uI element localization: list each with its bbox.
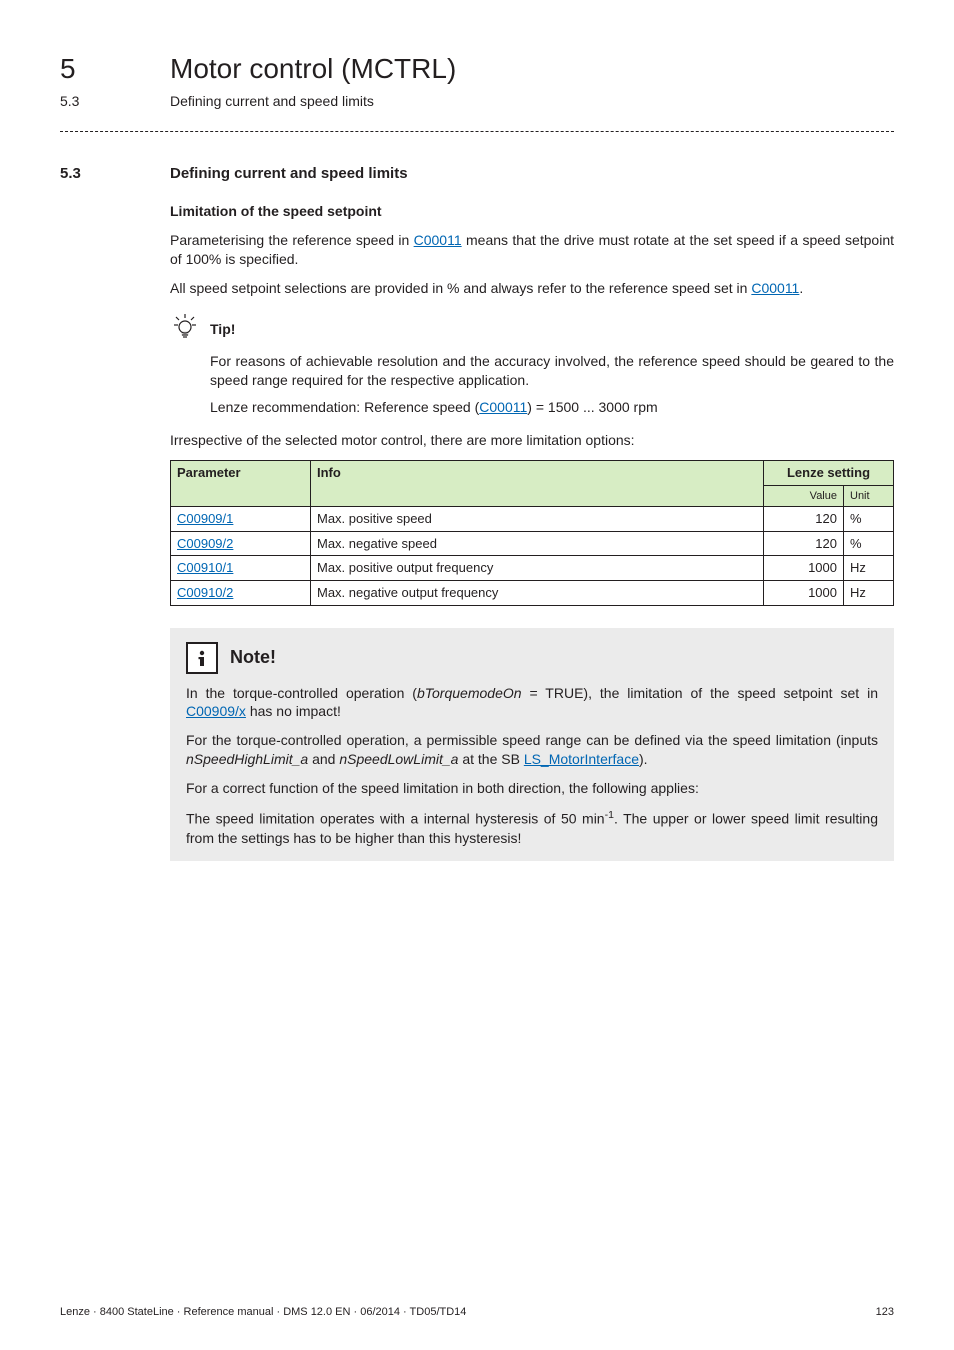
text: Lenze recommendation: Reference speed (: [210, 399, 479, 415]
parameter-table: Parameter Info Lenze setting Value Unit …: [170, 460, 894, 606]
table-row: C00910/2 Max. negative output frequency …: [171, 580, 894, 605]
footer-page-number: 123: [876, 1305, 894, 1320]
section-number: 5.3: [60, 164, 170, 184]
text: has no impact!: [246, 703, 341, 719]
note-block: Note! In the torque-controlled operation…: [170, 628, 894, 862]
paragraph-1: Parameterising the reference speed in C0…: [170, 231, 894, 269]
limitation-heading: Limitation of the speed setpoint: [170, 202, 894, 221]
text: All speed setpoint selections are provid…: [170, 280, 751, 296]
text: .: [799, 280, 803, 296]
text: The speed limitation operates with a int…: [186, 811, 605, 827]
col-lenze-setting: Lenze setting: [764, 460, 894, 485]
text: = TRUE), the limitation of the speed set…: [522, 685, 878, 701]
cell-value: 120: [764, 531, 844, 556]
cell-info: Max. positive output frequency: [311, 556, 764, 581]
note-body: In the torque-controlled operation (bTor…: [186, 684, 878, 848]
section-header: 5.3 Defining current and speed limits: [60, 164, 894, 184]
link-param[interactable]: C00909/1: [177, 511, 233, 526]
chapter-title: Motor control (MCTRL): [170, 50, 456, 88]
tip-label: Tip!: [210, 320, 235, 339]
text: Parameterising the reference speed in: [170, 232, 414, 248]
chapter-header: 5 Motor control (MCTRL): [60, 50, 894, 88]
text: For the torque-controlled operation, a p…: [186, 732, 878, 748]
text: In the torque-controlled operation (: [186, 685, 417, 701]
tip-paragraph-1: For reasons of achievable resolution and…: [210, 352, 894, 390]
table-intro: Irrespective of the selected motor contr…: [170, 431, 894, 450]
text: ) = 1500 ... 3000 rpm: [527, 399, 657, 415]
chapter-number: 5: [60, 50, 170, 88]
link-c00011[interactable]: C00011: [479, 399, 527, 415]
table-row: C00909/2 Max. negative speed 120 %: [171, 531, 894, 556]
cell-value: 1000: [764, 556, 844, 581]
var-nspeedlowlimit: nSpeedLowLimit_a: [339, 751, 458, 767]
cell-unit: Hz: [844, 580, 894, 605]
link-c00909x[interactable]: C00909/x: [186, 703, 246, 719]
tip-block: Tip! For reasons of achievable resolutio…: [170, 312, 894, 418]
tip-paragraph-2: Lenze recommendation: Reference speed (C…: [210, 398, 894, 417]
lightbulb-icon: [170, 312, 200, 347]
col-unit: Unit: [844, 485, 894, 507]
cell-info: Max. negative speed: [311, 531, 764, 556]
col-value: Value: [764, 485, 844, 507]
table-row: C00910/1 Max. positive output frequency …: [171, 556, 894, 581]
text: ).: [639, 751, 648, 767]
info-icon: [186, 642, 218, 674]
col-info: Info: [311, 460, 764, 506]
subchapter-number: 5.3: [60, 92, 170, 111]
link-c00011[interactable]: C00011: [751, 280, 799, 296]
text: at the SB: [458, 751, 523, 767]
text: and: [308, 751, 339, 767]
tip-body: For reasons of achievable resolution and…: [210, 352, 894, 417]
cell-value: 120: [764, 507, 844, 532]
divider: [60, 131, 894, 132]
var-nspeedhighlimit: nSpeedHighLimit_a: [186, 751, 308, 767]
superscript: -1: [605, 809, 614, 821]
footer-left: Lenze · 8400 StateLine · Reference manua…: [60, 1305, 466, 1320]
cell-info: Max. negative output frequency: [311, 580, 764, 605]
link-param[interactable]: C00909/2: [177, 536, 233, 551]
main-content: Limitation of the speed setpoint Paramet…: [170, 202, 894, 861]
table-row: C00909/1 Max. positive speed 120 %: [171, 507, 894, 532]
col-parameter: Parameter: [171, 460, 311, 506]
link-c00011[interactable]: C00011: [414, 232, 462, 248]
note-paragraph-4: The speed limitation operates with a int…: [186, 808, 878, 847]
paragraph-2: All speed setpoint selections are provid…: [170, 279, 894, 298]
note-paragraph-1: In the torque-controlled operation (bTor…: [186, 684, 878, 722]
cell-unit: %: [844, 507, 894, 532]
link-param[interactable]: C00910/1: [177, 560, 233, 575]
page-footer: Lenze · 8400 StateLine · Reference manua…: [60, 1305, 894, 1320]
cell-unit: %: [844, 531, 894, 556]
section-title: Defining current and speed limits: [170, 164, 408, 184]
table-header-row: Parameter Info Lenze setting: [171, 460, 894, 485]
cell-info: Max. positive speed: [311, 507, 764, 532]
var-btorquemodeon: bTorquemodeOn: [417, 685, 522, 701]
cell-unit: Hz: [844, 556, 894, 581]
note-header: Note!: [186, 642, 878, 674]
subchapter-header: 5.3 Defining current and speed limits: [60, 92, 894, 111]
note-label: Note!: [230, 645, 276, 669]
subchapter-title: Defining current and speed limits: [170, 92, 374, 111]
note-paragraph-3: For a correct function of the speed limi…: [186, 779, 878, 798]
link-ls-motorinterface[interactable]: LS_MotorInterface: [524, 751, 639, 767]
tip-header: Tip!: [170, 312, 894, 347]
cell-value: 1000: [764, 580, 844, 605]
note-paragraph-2: For the torque-controlled operation, a p…: [186, 731, 878, 769]
link-param[interactable]: C00910/2: [177, 585, 233, 600]
